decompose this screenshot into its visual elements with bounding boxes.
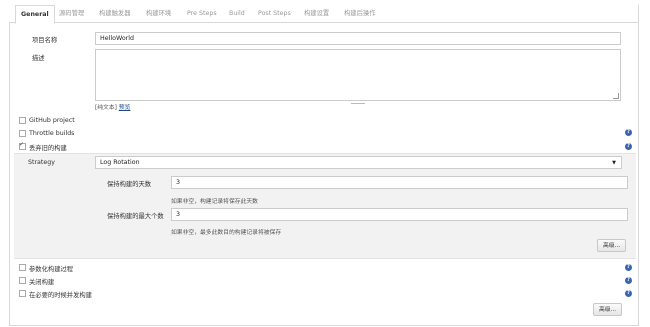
tab-build-environment[interactable]: 构建环境 bbox=[146, 5, 171, 22]
tab-bar: General 源码管理 构建触发器 构建环境 Pre Steps Build … bbox=[9, 5, 638, 24]
discard-old-builds-checkbox[interactable] bbox=[19, 141, 26, 150]
resize-handle-icon[interactable] bbox=[613, 93, 619, 99]
plain-text-label: [纯文本] bbox=[95, 105, 117, 111]
description-textarea[interactable] bbox=[95, 49, 621, 104]
disable-build-checkbox[interactable] bbox=[19, 277, 26, 284]
tab-build[interactable]: Build bbox=[229, 5, 245, 22]
project-name-label: 项目名称 bbox=[32, 37, 58, 44]
format-hint: [纯文本] 预览 bbox=[95, 102, 130, 111]
parameterized-build-label[interactable]: 参数化构建过程 bbox=[29, 264, 73, 273]
discard-old-builds-label[interactable]: 丢弃旧的构建 bbox=[29, 143, 67, 152]
strategy-select[interactable]: Log Rotation ▼ bbox=[95, 156, 622, 169]
max-builds-hint: 如果非空，最多此数目的构建记录将被保存 bbox=[171, 230, 282, 236]
dropdown-arrow-icon: ▼ bbox=[612, 160, 616, 166]
concurrent-build-help-icon[interactable]: ? bbox=[625, 290, 632, 297]
max-builds-input[interactable]: 3 bbox=[171, 208, 628, 221]
max-builds-label: 保持构建的最大个数 bbox=[107, 213, 164, 220]
project-name-input[interactable]: HelloWorld bbox=[95, 32, 621, 45]
days-to-keep-label: 保持构建的天数 bbox=[107, 181, 152, 188]
discard-old-builds-help-icon[interactable]: ? bbox=[625, 143, 632, 150]
strategy-section: Strategy Log Rotation ▼ 保持构建的天数 3 如果非空，构… bbox=[14, 153, 636, 259]
tab-build-triggers[interactable]: 构建触发器 bbox=[99, 5, 130, 22]
throttle-builds-help-icon[interactable]: ? bbox=[625, 129, 632, 136]
drag-grip-icon[interactable] bbox=[351, 103, 365, 104]
concurrent-build-label[interactable]: 在必要的时候并发构建 bbox=[29, 290, 92, 299]
days-to-keep-input[interactable]: 3 bbox=[171, 176, 628, 189]
parameterized-build-help-icon[interactable]: ? bbox=[625, 264, 632, 271]
parameterized-build-checkbox[interactable] bbox=[19, 264, 26, 271]
days-to-keep-hint: 如果非空，构建记录将保存此天数 bbox=[171, 199, 258, 205]
concurrent-build-checkbox[interactable] bbox=[19, 290, 26, 297]
strategy-selected-value: Log Rotation bbox=[100, 159, 140, 166]
tab-post-build-actions[interactable]: 构建后操作 bbox=[344, 5, 375, 22]
disable-build-label[interactable]: 关闭构建 bbox=[29, 277, 54, 286]
tab-build-settings[interactable]: 构建设置 bbox=[304, 5, 329, 22]
github-project-checkbox[interactable] bbox=[19, 117, 26, 124]
tab-post-steps[interactable]: Post Steps bbox=[258, 5, 291, 22]
strategy-label: Strategy bbox=[28, 159, 55, 166]
description-label: 描述 bbox=[32, 55, 45, 62]
throttle-builds-checkbox[interactable] bbox=[19, 130, 26, 137]
advanced-button[interactable]: 高级... bbox=[593, 303, 623, 316]
throttle-builds-label[interactable]: Throttle builds bbox=[29, 130, 74, 137]
tab-general[interactable]: General bbox=[15, 5, 55, 24]
preview-link[interactable]: 预览 bbox=[119, 105, 131, 111]
github-project-label[interactable]: GitHub project bbox=[29, 117, 75, 124]
tab-pre-steps[interactable]: Pre Steps bbox=[187, 5, 217, 22]
tab-source-management[interactable]: 源码管理 bbox=[59, 5, 84, 22]
disable-build-help-icon[interactable]: ? bbox=[625, 277, 632, 284]
strategy-advanced-button[interactable]: 高级... bbox=[597, 239, 627, 252]
